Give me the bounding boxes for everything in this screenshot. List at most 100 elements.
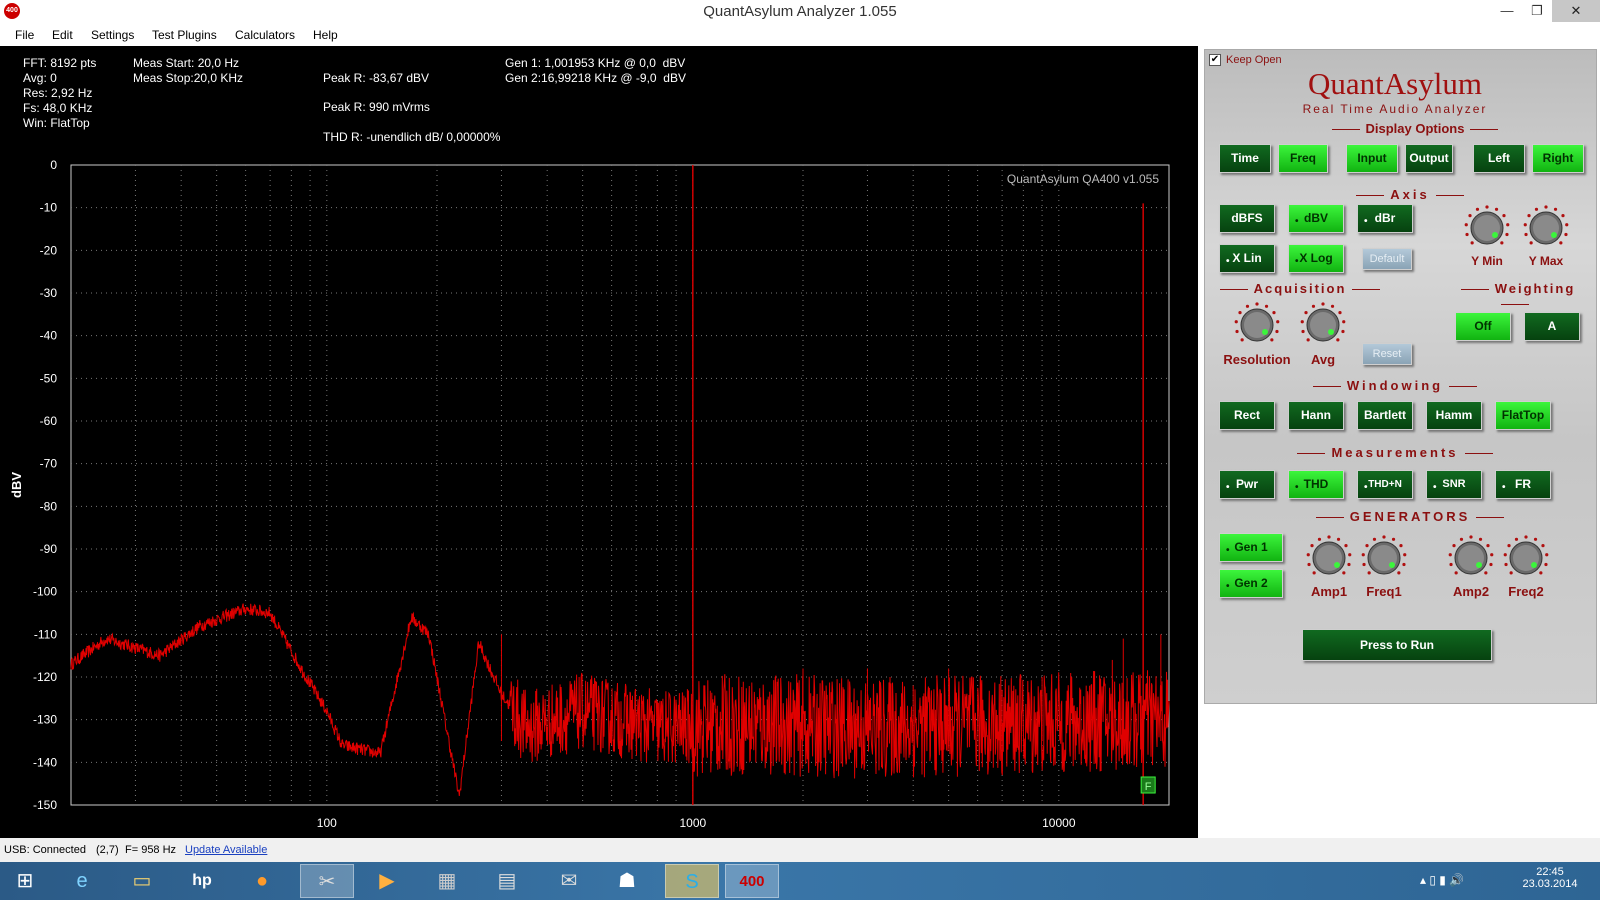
left-channel-button[interactable]: Left <box>1473 144 1525 173</box>
weighting-off-button[interactable]: Off <box>1455 312 1511 341</box>
gen2-button[interactable]: Gen 2 <box>1219 569 1283 600</box>
knob-tick <box>1361 553 1365 557</box>
flattop-window-button[interactable]: FlatTop <box>1495 401 1551 430</box>
hann-window-button[interactable]: Hann <box>1288 401 1344 430</box>
amp2-knob[interactable] <box>1448 535 1494 581</box>
tool-app-icon[interactable]: ✂ <box>300 864 354 898</box>
knob-tick <box>1509 571 1513 575</box>
y-tick-label: -30 <box>40 286 58 300</box>
alien-app-icon[interactable]: ☗ <box>600 864 654 898</box>
knob-tick <box>1544 562 1548 567</box>
dbv-button[interactable]: dBV <box>1288 204 1344 235</box>
avg-knob[interactable] <box>1300 302 1346 348</box>
knob-tick <box>1505 232 1509 237</box>
knob-tick <box>1533 537 1538 541</box>
menu-bar: File Edit Settings Test Plugins Calculat… <box>0 24 1600 46</box>
clock[interactable]: 22:45 23.03.2014 <box>1515 866 1585 890</box>
knob-tick <box>1514 537 1519 541</box>
bartlett-window-button[interactable]: Bartlett <box>1357 401 1413 430</box>
freq-button[interactable]: Freq <box>1278 144 1328 173</box>
thd-n-button[interactable]: THD+N <box>1357 470 1413 501</box>
press-to-run-button[interactable]: Press to Run <box>1302 629 1492 661</box>
skype-icon[interactable]: S <box>665 864 719 898</box>
x-log-button[interactable]: X Log <box>1288 244 1344 275</box>
cursor-coords: (2,7) <box>96 844 119 856</box>
knob-tick <box>1468 214 1472 218</box>
freq1-knob[interactable] <box>1361 535 1407 581</box>
dbr-button[interactable]: dBr <box>1357 204 1413 235</box>
close-icon[interactable]: ✕ <box>1552 0 1600 22</box>
amp1-knob[interactable] <box>1306 535 1352 581</box>
knob-tick <box>1336 338 1340 342</box>
update-available-link[interactable]: Update Available <box>185 844 267 856</box>
weighting-a-button[interactable]: A <box>1524 312 1580 341</box>
calculator-icon[interactable]: ▤ <box>480 864 534 898</box>
maximize-icon[interactable]: ❐ <box>1522 0 1552 22</box>
freq2-knob[interactable] <box>1503 535 1549 581</box>
y-max-knob[interactable] <box>1523 205 1569 251</box>
y-tick-label: -40 <box>40 329 58 343</box>
knob-tick <box>1523 223 1527 227</box>
reset-button[interactable]: Reset <box>1362 343 1412 365</box>
output-button[interactable]: Output <box>1405 144 1453 173</box>
section-display-options: Display Options <box>1325 121 1505 136</box>
control-panel: ✔ Keep Open QuantAsylum Real Time Audio … <box>1204 49 1597 704</box>
cursor-frequency: F= 958 Hz <box>125 844 177 856</box>
minimize-icon[interactable]: — <box>1492 0 1522 22</box>
time-button[interactable]: Time <box>1219 144 1271 173</box>
menu-settings[interactable]: Settings <box>91 28 134 42</box>
input-button[interactable]: Input <box>1346 144 1398 173</box>
menu-file[interactable]: File <box>15 28 34 42</box>
media-player-icon[interactable]: ▶ <box>360 864 414 898</box>
thd-button[interactable]: THD <box>1288 470 1344 501</box>
dbfs-button[interactable]: dBFS <box>1219 204 1275 233</box>
x-lin-button[interactable]: X Lin <box>1219 244 1275 275</box>
knob-tick <box>1275 329 1279 334</box>
hamm-window-button[interactable]: Hamm <box>1426 401 1482 430</box>
knob-tick <box>1465 232 1469 237</box>
chart-title: QuantAsylum QA400 v1.055 <box>1007 172 1159 186</box>
knob-tick <box>1397 571 1401 575</box>
ie-browser-icon[interactable]: e <box>55 864 109 898</box>
fr-button[interactable]: FR <box>1495 470 1551 501</box>
knob-tick <box>1255 302 1259 306</box>
y-tick-label: -20 <box>40 243 58 257</box>
firefox-icon[interactable]: ● <box>235 864 289 898</box>
resolution-knob[interactable] <box>1234 302 1280 348</box>
knob-tick <box>1564 232 1568 237</box>
hp-icon[interactable]: hp <box>175 864 229 898</box>
quantasylum-taskbar-icon[interactable]: 400 <box>725 864 779 898</box>
snr-button[interactable]: SNR <box>1426 470 1482 501</box>
y-tick-label: -80 <box>40 499 58 513</box>
y-min-knob[interactable] <box>1464 205 1510 251</box>
knob-tick <box>1367 571 1371 575</box>
spectrum-plot[interactable]: 0 -10 -20 -30 -40 -50 -60 -70 -80 -90 -100 -110 -120… <box>0 46 1198 838</box>
spectrum-view[interactable]: FFT: 8192 pts Avg: 0 Res: 2,92 Hz Fs: 48,0 … <box>0 46 1198 838</box>
knob-tick <box>1276 320 1280 324</box>
knob-tick <box>1342 571 1346 575</box>
menu-help[interactable]: Help <box>313 28 338 42</box>
menu-test-plugins[interactable]: Test Plugins <box>152 28 217 42</box>
knob-tick <box>1534 207 1539 211</box>
gen1-button[interactable]: Gen 1 <box>1219 533 1283 564</box>
default-axis-button[interactable]: Default <box>1362 248 1412 270</box>
keep-open-checkbox[interactable]: ✔ <box>1209 54 1221 66</box>
y-tick-label: -130 <box>33 713 57 727</box>
knob-tick <box>1527 214 1531 218</box>
tray-icons[interactable]: ▴ ▯ ▮ 🔊 <box>1420 873 1464 887</box>
rect-window-button[interactable]: Rect <box>1219 401 1275 430</box>
knob-tick <box>1545 553 1549 557</box>
knob-tick <box>1344 544 1348 548</box>
knob-tick <box>1506 223 1510 227</box>
pwr-button[interactable]: Pwr <box>1219 470 1275 501</box>
right-channel-button[interactable]: Right <box>1532 144 1584 173</box>
knob-indicator <box>1492 232 1498 238</box>
knob-tick <box>1452 544 1456 548</box>
menu-edit[interactable]: Edit <box>52 28 73 42</box>
file-explorer-icon[interactable]: ▭ <box>115 864 169 898</box>
start-windows-icon[interactable]: ⊞ <box>0 864 50 898</box>
network-app-icon[interactable]: ▦ <box>420 864 474 898</box>
menu-calculators[interactable]: Calculators <box>235 28 295 42</box>
mail-app-icon[interactable]: ✉ <box>542 864 596 898</box>
y-tick-label: -90 <box>40 542 58 556</box>
